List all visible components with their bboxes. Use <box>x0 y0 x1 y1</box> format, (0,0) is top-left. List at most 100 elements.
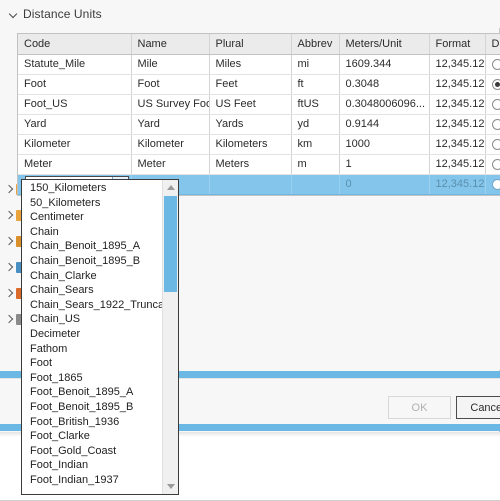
column-header-name[interactable]: Name <box>131 34 210 55</box>
cell-abbrev[interactable]: m <box>291 154 340 175</box>
dropdown-option[interactable]: Foot_British_1936 <box>22 415 162 430</box>
dropdown-scrollbar[interactable] <box>162 180 178 494</box>
default-radio-button[interactable] <box>491 118 500 130</box>
cell-name[interactable]: Yard <box>131 114 210 135</box>
cell-default[interactable] <box>485 174 500 195</box>
table-row[interactable]: Statute_Mile Mile Miles mi 1609.344 12,345.12 <box>18 54 500 75</box>
table-row[interactable]: Kilometer Kilometer Kilometers km 1000 12,345… <box>18 134 500 155</box>
cell-format[interactable]: 12,345.12 <box>429 114 486 135</box>
dropdown-option[interactable]: Chain_Sears_1922_Truncated <box>22 298 162 313</box>
cell-plural[interactable]: US Feet <box>209 94 292 115</box>
cell-meters-per-unit[interactable]: 1609.344 <box>339 54 430 75</box>
cell-name[interactable]: Foot <box>131 74 210 95</box>
dropdown-option[interactable]: Foot_Indian_1937 <box>22 473 162 488</box>
default-radio-button[interactable] <box>491 178 500 190</box>
cell-format[interactable]: 12,345.12 <box>429 54 486 75</box>
chevron-right-icon[interactable] <box>4 185 13 194</box>
dropdown-option[interactable]: 150_Kilometers <box>22 181 162 196</box>
cell-default[interactable] <box>485 114 500 135</box>
dropdown-option[interactable]: Chain_Clarke <box>22 269 162 284</box>
chevron-down-icon[interactable] <box>9 10 18 19</box>
cell-plural[interactable] <box>209 174 292 195</box>
dropdown-option[interactable]: Foot_Benoit_1895_A <box>22 385 162 400</box>
chevron-right-icon[interactable] <box>4 211 13 220</box>
cell-code[interactable]: Yard <box>18 114 132 135</box>
cancel-button[interactable]: Cancel <box>456 396 500 419</box>
dropdown-option[interactable]: Foot_Indian <box>22 458 162 473</box>
dropdown-option[interactable]: Chain_Benoit_1895_B <box>22 254 162 269</box>
chevron-right-icon[interactable] <box>4 237 13 246</box>
cell-format[interactable]: 12,345.12 <box>429 134 486 155</box>
table-row[interactable]: Yard Yard Yards yd 0.9144 12,345.12 <box>18 114 500 135</box>
default-radio-button[interactable] <box>491 158 500 170</box>
cell-name[interactable]: Meter <box>131 154 210 175</box>
default-radio-button[interactable] <box>491 78 500 90</box>
ok-button[interactable]: OK <box>388 396 451 419</box>
dropdown-option[interactable]: Foot <box>22 356 162 371</box>
chevron-right-icon[interactable] <box>4 289 13 298</box>
column-header-abbrev[interactable]: Abbrev <box>291 34 340 55</box>
default-radio-button[interactable] <box>491 98 500 110</box>
cell-default[interactable] <box>485 74 500 95</box>
column-header-format[interactable]: Format <box>429 34 486 55</box>
cell-plural[interactable]: Feet <box>209 74 292 95</box>
dropdown-option[interactable]: 50_Kilometers <box>22 196 162 211</box>
section-header[interactable]: Distance Units <box>0 0 500 28</box>
cell-format[interactable]: 12,345.12 <box>429 174 486 195</box>
cell-format[interactable]: 12,345.12 <box>429 94 486 115</box>
dropdown-option[interactable]: Foot_Clarke <box>22 429 162 444</box>
chevron-right-icon[interactable] <box>4 315 13 324</box>
cell-name[interactable]: US Survey Foot <box>131 94 210 115</box>
cell-meters-per-unit[interactable]: 1 <box>339 154 430 175</box>
cell-default[interactable] <box>485 134 500 155</box>
dropdown-option[interactable]: Chain_Sears <box>22 283 162 298</box>
chevron-right-icon[interactable] <box>4 263 13 272</box>
cell-name[interactable]: Kilometer <box>131 134 210 155</box>
unit-code-dropdown-list[interactable]: 150_Kilometers 50_Kilometers Centimeter Cha… <box>21 179 179 495</box>
cell-plural[interactable]: Kilometers <box>209 134 292 155</box>
cell-format[interactable]: 12,345.12 <box>429 74 486 95</box>
cell-abbrev[interactable]: yd <box>291 114 340 135</box>
cell-code[interactable]: Foot <box>18 74 132 95</box>
dropdown-option[interactable]: Chain_Benoit_1895_A <box>22 239 162 254</box>
dropdown-option[interactable]: Chain_US <box>22 312 162 327</box>
dropdown-option[interactable]: Foot_1865 <box>22 371 162 386</box>
cell-format[interactable]: 12,345.12 <box>429 154 486 175</box>
cell-meters-per-unit[interactable]: 0.3048006096... <box>339 94 430 115</box>
cell-code[interactable]: Foot_US <box>18 94 132 115</box>
cell-plural[interactable]: Meters <box>209 154 292 175</box>
dropdown-option[interactable]: Decimeter <box>22 327 162 342</box>
cell-abbrev[interactable] <box>291 174 340 195</box>
table-row[interactable]: Foot_US US Survey Foot US Feet ftUS 0.304800… <box>18 94 500 115</box>
cell-default[interactable] <box>485 54 500 75</box>
dropdown-option[interactable]: Centimeter <box>22 210 162 225</box>
default-radio-button[interactable] <box>491 58 500 70</box>
table-row[interactable]: Meter Meter Meters m 1 12,345.12 <box>18 154 500 175</box>
dropdown-option[interactable]: Foot_Benoit_1895_B <box>22 400 162 415</box>
cell-plural[interactable]: Miles <box>209 54 292 75</box>
cell-code[interactable]: Kilometer <box>18 134 132 155</box>
cell-default[interactable] <box>485 154 500 175</box>
dropdown-options[interactable]: 150_Kilometers 50_Kilometers Centimeter Cha… <box>22 180 162 494</box>
scroll-down-arrow-icon[interactable] <box>163 479 178 494</box>
column-header-default[interactable]: Default <box>485 34 500 55</box>
cell-code[interactable]: Meter <box>18 154 132 175</box>
dropdown-option[interactable]: Foot_Gold_Coast <box>22 444 162 459</box>
cell-abbrev[interactable]: mi <box>291 54 340 75</box>
column-header-code[interactable]: Code <box>18 34 132 55</box>
default-radio-button[interactable] <box>491 138 500 150</box>
dropdown-option[interactable]: Fathom <box>22 342 162 357</box>
cell-meters-per-unit[interactable]: 0 <box>339 174 430 195</box>
table-row[interactable]: Foot Foot Feet ft 0.3048 12,345.12 <box>18 74 500 95</box>
cell-meters-per-unit[interactable]: 1000 <box>339 134 430 155</box>
cell-default[interactable] <box>485 94 500 115</box>
cell-abbrev[interactable]: ftUS <box>291 94 340 115</box>
cell-meters-per-unit[interactable]: 0.3048 <box>339 74 430 95</box>
cell-name[interactable]: Mile <box>131 54 210 75</box>
cell-abbrev[interactable]: km <box>291 134 340 155</box>
cell-plural[interactable]: Yards <box>209 114 292 135</box>
cell-code[interactable]: Statute_Mile <box>18 54 132 75</box>
scrollbar-thumb[interactable] <box>164 196 177 292</box>
column-header-plural[interactable]: Plural <box>209 34 292 55</box>
cell-abbrev[interactable]: ft <box>291 74 340 95</box>
